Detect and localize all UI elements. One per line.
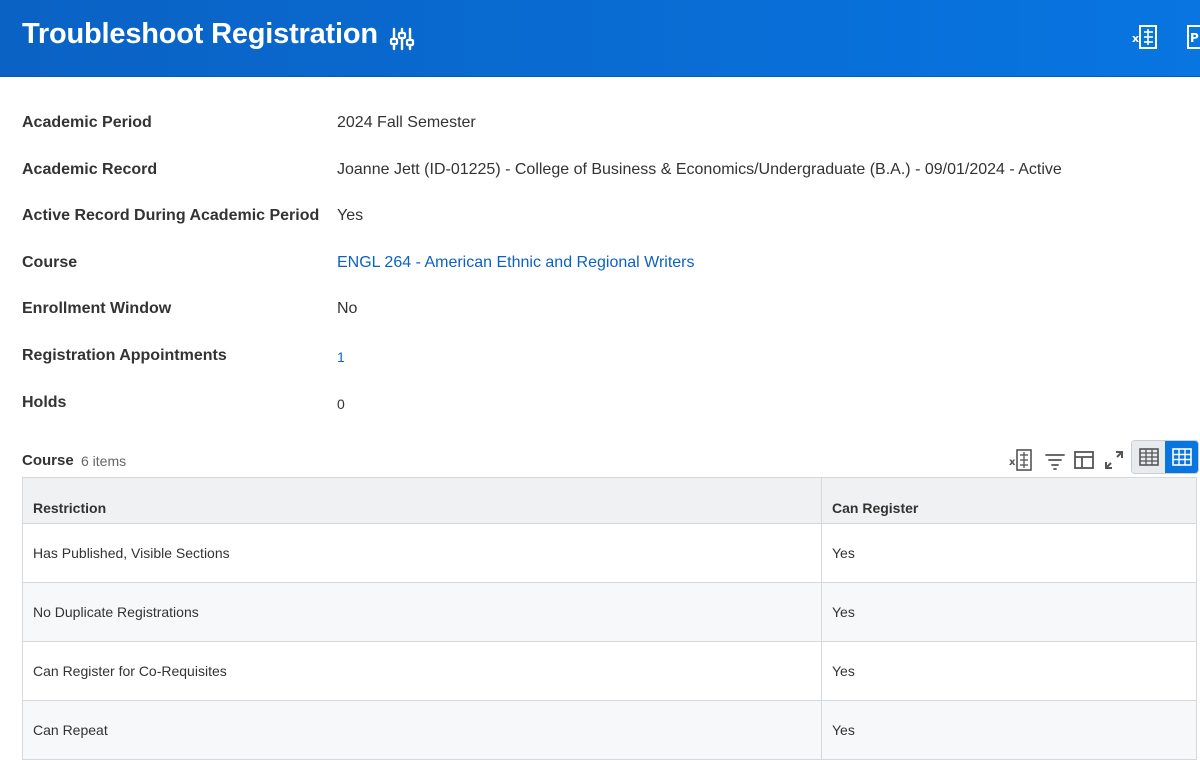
column-header-can-register[interactable]: Can Register — [821, 477, 1197, 524]
svg-text:x: x — [1132, 32, 1139, 45]
registration-appointments-link[interactable]: 1 — [337, 349, 345, 365]
pdf-label: P — [1190, 31, 1199, 45]
field-label-enrollment-window: Enrollment Window — [22, 300, 172, 317]
restriction-cell: Can Repeat — [22, 700, 822, 760]
table-row: Can Register for Co-Requisites Yes — [22, 641, 1197, 701]
restriction-cell: Has Published, Visible Sections — [22, 523, 822, 583]
field-label-course: Course — [22, 254, 78, 271]
svg-text:x: x — [1009, 457, 1016, 468]
export-excel-icon[interactable]: x — [1007, 446, 1035, 474]
export-excel-icon[interactable]: x — [1131, 23, 1159, 51]
table-row: No Duplicate Registrations Yes — [22, 582, 1197, 642]
page-header: Troubleshoot Registration x P — [0, 0, 1200, 77]
field-label-academic-period: Academic Period — [22, 114, 152, 131]
field-label-academic-record: Academic Record — [22, 161, 158, 178]
field-label-registration-appointments: Registration Appointments — [22, 347, 227, 364]
can-register-cell: Yes — [821, 523, 1197, 583]
field-value-academic-period: 2024 Fall Semester — [337, 114, 476, 131]
can-register-cell: Yes — [821, 582, 1197, 642]
field-value-enrollment-window: No — [337, 300, 358, 317]
can-register-cell: Yes — [821, 700, 1197, 760]
field-label-active-record: Active Record During Academic Period — [22, 207, 320, 224]
restriction-cell: No Duplicate Registrations — [22, 582, 822, 642]
page-title: Troubleshoot Registration — [22, 18, 378, 50]
fullscreen-icon[interactable] — [1100, 446, 1128, 474]
grid-view-icon[interactable] — [1165, 441, 1198, 473]
related-actions-icon[interactable] — [389, 26, 415, 52]
export-pdf-icon[interactable]: P — [1186, 23, 1200, 51]
field-value-academic-record: Joanne Jett (ID-01225) - College of Busi… — [337, 161, 1062, 178]
table-view-icon[interactable] — [1132, 441, 1165, 473]
course-link[interactable]: ENGL 264 - American Ethnic and Regional … — [337, 254, 695, 272]
restrictions-table: Restriction Can Register Has Published, … — [22, 477, 1197, 760]
filter-icon[interactable] — [1041, 446, 1069, 474]
restriction-cell: Can Register for Co-Requisites — [22, 641, 822, 701]
table-row: Can Repeat Yes — [22, 700, 1197, 760]
column-layout-icon[interactable] — [1070, 446, 1098, 474]
table-header-row: Restriction Can Register — [22, 477, 1197, 524]
grid-item-count: 6 items — [81, 453, 127, 469]
field-label-holds: Holds — [22, 394, 67, 411]
field-value-active-record: Yes — [337, 207, 364, 224]
grid-title: Course — [22, 452, 74, 469]
can-register-cell: Yes — [821, 641, 1197, 701]
column-header-restriction[interactable]: Restriction — [22, 477, 822, 524]
table-row: Has Published, Visible Sections Yes — [22, 523, 1197, 583]
field-value-holds: 0 — [337, 396, 345, 412]
view-toggle[interactable] — [1131, 440, 1199, 474]
